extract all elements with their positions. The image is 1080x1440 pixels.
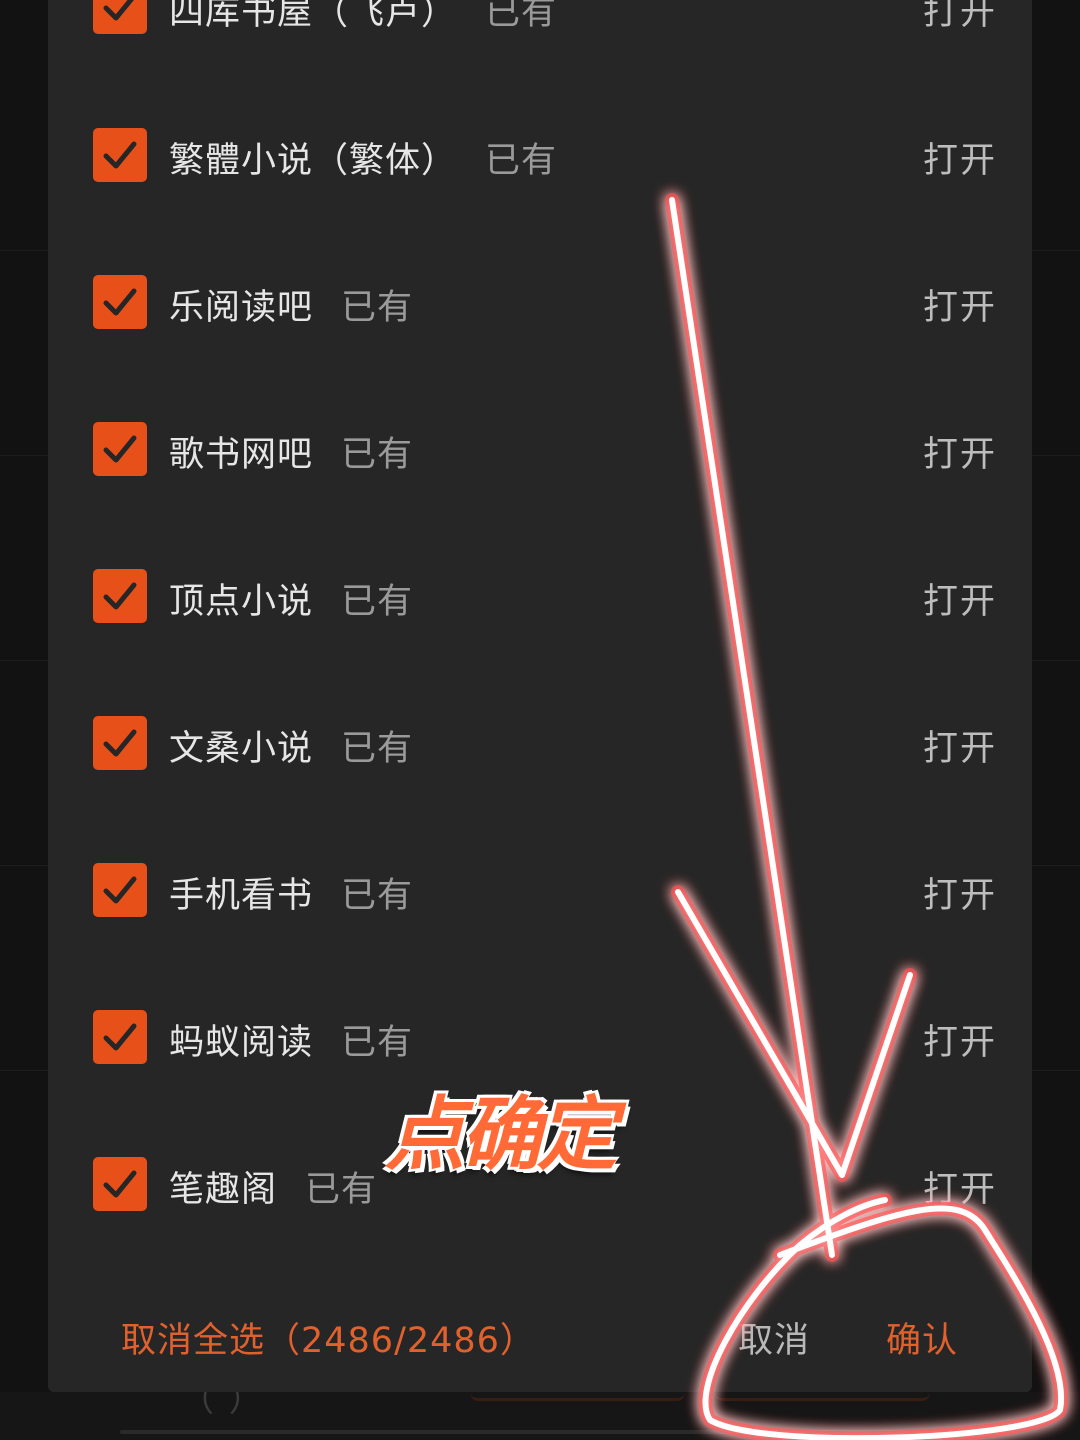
source-label-group: 歌书网吧 已有 — [169, 426, 413, 477]
source-label-group: 文桑小说 已有 — [169, 720, 413, 771]
source-status: 已有 — [341, 582, 414, 622]
background-bottom-bar: （ ） — [0, 1380, 1080, 1440]
source-row[interactable]: 繁體小说（繁体） 已有 打开 — [93, 128, 995, 188]
checkmark-icon — [103, 1170, 137, 1198]
deselect-all-button[interactable]: 取消全选（2486/2486） — [121, 1312, 536, 1363]
source-name: 笔趣阁 — [169, 1170, 278, 1210]
background-scrollbar — [120, 1430, 960, 1434]
checkbox[interactable] — [93, 716, 147, 770]
checkmark-icon — [103, 288, 137, 316]
source-row[interactable]: 四库书屋（飞卢） 已有 打开 — [93, 0, 995, 40]
source-row[interactable]: 乐阅读吧 已有 打开 — [93, 275, 995, 335]
source-name: 文桑小说 — [169, 729, 314, 769]
checkmark-icon — [103, 876, 137, 904]
open-link[interactable]: 打开 — [923, 720, 997, 771]
source-row[interactable]: 文桑小说 已有 打开 — [93, 716, 995, 776]
source-status: 已有 — [305, 1170, 378, 1210]
source-row[interactable]: 顶点小说 已有 打开 — [93, 569, 995, 629]
source-label-group: 顶点小说 已有 — [169, 573, 413, 624]
source-name: 歌书网吧 — [169, 435, 314, 475]
source-row[interactable]: 蚂蚁阅读 已有 打开 — [93, 1010, 995, 1070]
checkbox[interactable] — [93, 128, 147, 182]
open-link[interactable]: 打开 — [923, 0, 997, 35]
source-status: 已有 — [341, 729, 414, 769]
confirm-button[interactable]: 确认 — [886, 1312, 958, 1363]
cancel-button[interactable]: 取消 — [738, 1312, 810, 1363]
source-name: 顶点小说 — [169, 582, 314, 622]
source-label-group: 四库书屋（飞卢） 已有 — [169, 0, 557, 35]
source-label-group: 笔趣阁 已有 — [169, 1161, 377, 1212]
source-label-group: 手机看书 已有 — [169, 867, 413, 918]
open-link[interactable]: 打开 — [923, 132, 997, 183]
source-label-group: 乐阅读吧 已有 — [169, 279, 413, 330]
source-row[interactable]: 手机看书 已有 打开 — [93, 863, 995, 923]
source-status: 已有 — [485, 141, 558, 181]
checkmark-icon — [103, 0, 134, 21]
source-status: 已有 — [341, 1023, 414, 1063]
source-label-group: 繁體小说（繁体） 已有 — [169, 132, 557, 183]
source-name: 繁體小说（繁体） — [169, 141, 458, 181]
checkbox[interactable] — [93, 863, 147, 917]
annotation-label: 点确定 — [385, 1088, 617, 1181]
open-link[interactable]: 打开 — [923, 426, 997, 477]
source-name: 乐阅读吧 — [169, 288, 314, 328]
open-link[interactable]: 打开 — [923, 573, 997, 624]
source-name: 手机看书 — [169, 876, 314, 916]
source-row[interactable]: 歌书网吧 已有 打开 — [93, 422, 995, 482]
source-name: 蚂蚁阅读 — [169, 1023, 314, 1063]
source-status: 已有 — [485, 0, 558, 33]
checkmark-icon — [103, 435, 137, 463]
checkbox[interactable] — [93, 0, 147, 34]
open-link[interactable]: 打开 — [923, 867, 997, 918]
checkmark-icon — [103, 141, 137, 169]
source-status: 已有 — [341, 288, 414, 328]
checkbox[interactable] — [93, 1010, 147, 1064]
source-status: 已有 — [341, 876, 414, 916]
checkbox[interactable] — [93, 569, 147, 623]
open-link[interactable]: 打开 — [923, 1161, 997, 1212]
source-name: 四库书屋（飞卢） — [169, 0, 458, 33]
checkbox[interactable] — [93, 275, 147, 329]
open-link[interactable]: 打开 — [923, 279, 997, 330]
source-status: 已有 — [341, 435, 414, 475]
checkmark-icon — [103, 729, 137, 757]
source-label-group: 蚂蚁阅读 已有 — [169, 1014, 413, 1065]
checkbox[interactable] — [93, 422, 147, 476]
open-link[interactable]: 打开 — [923, 1014, 997, 1065]
checkmark-icon — [103, 582, 137, 610]
dialog-footer: 取消全选（2486/2486） 取消 确认 — [48, 1300, 1032, 1370]
checkbox[interactable] — [93, 1157, 147, 1211]
checkmark-icon — [103, 1023, 137, 1051]
